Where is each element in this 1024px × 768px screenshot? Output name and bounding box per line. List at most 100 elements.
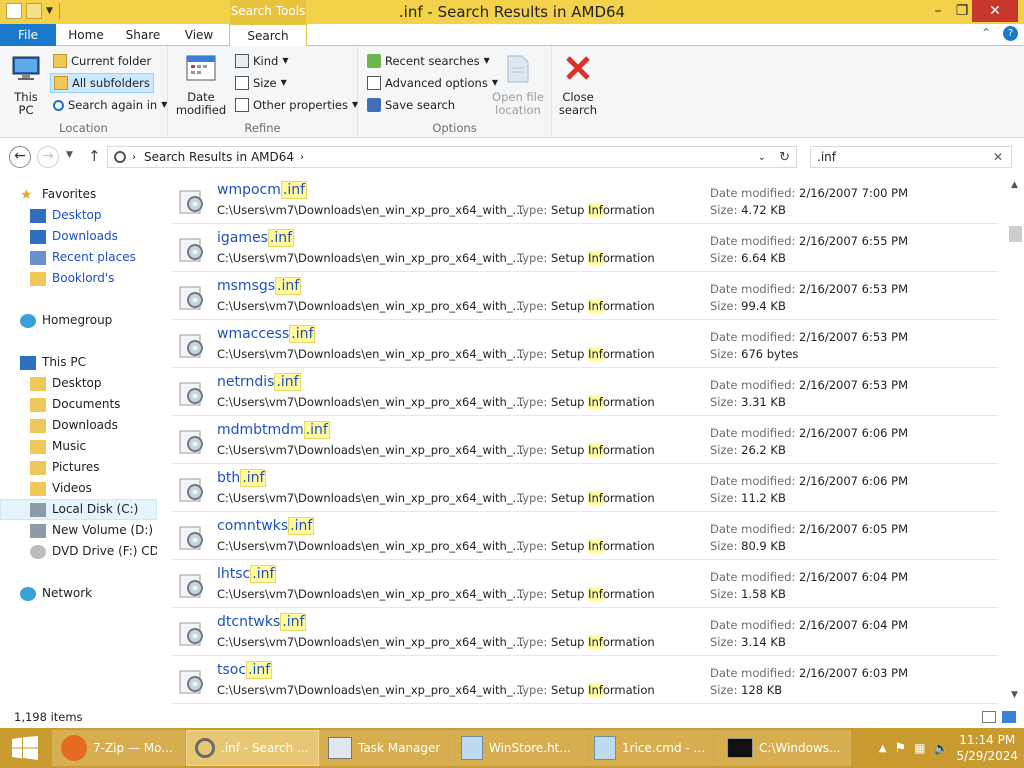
taskbar-task-manager[interactable]: Task Manager <box>319 730 452 766</box>
address-bar[interactable]: › Search Results in AMD64 › ⌄ ↻ <box>107 146 797 168</box>
nav-network[interactable]: Network <box>20 583 177 604</box>
nav-new-volume[interactable]: New Volume (D:) <box>30 520 187 541</box>
taskbar-explorer[interactable]: .inf - Search ... <box>186 730 319 766</box>
result-row[interactable]: igames .inf C:\Users\vm7\Downloads\en_win_… <box>172 224 998 272</box>
address-dropdown-icon[interactable]: ⌄ <box>758 152 766 163</box>
search-again-button[interactable]: Search again in ▼ <box>50 95 170 115</box>
size-label: Size: <box>710 587 738 601</box>
search-input[interactable]: .inf ✕ <box>810 146 1012 168</box>
nav-videos[interactable]: Videos <box>30 478 187 499</box>
back-button[interactable]: ← <box>9 146 31 168</box>
windows-start-icon[interactable] <box>12 736 38 760</box>
all-subfolders-button[interactable]: All subfolders <box>50 73 154 93</box>
folder-icon <box>30 376 46 391</box>
taskbar-winstore[interactable]: WinStore.ht... <box>452 730 585 766</box>
refresh-icon[interactable]: ↻ <box>779 150 790 165</box>
result-size: Size: 11.2 KB <box>710 491 786 505</box>
clock[interactable]: 11:14 PM 5/29/2024 <box>956 732 1018 764</box>
result-row[interactable]: dtcntwks .inf C:\Users\vm7\Downloads\en_wi… <box>172 608 998 656</box>
nav-this-pc[interactable]: This PC <box>20 352 177 373</box>
dvd-icon <box>30 544 46 559</box>
save-search-label: Save search <box>385 98 456 112</box>
details-view-icon[interactable] <box>982 711 996 723</box>
nav-local-disk[interactable]: Local Disk (C:) <box>0 499 157 520</box>
result-row[interactable]: tsoc .inf C:\Users\vm7\Downloads\en_win_xp… <box>172 656 998 704</box>
open-file-location-button[interactable]: Open file location <box>490 52 546 117</box>
help-icon[interactable]: ? <box>1003 26 1018 41</box>
advanced-options-button[interactable]: Advanced options ▼ <box>364 73 501 93</box>
result-name[interactable]: mdmbtmdm .inf <box>217 421 330 439</box>
other-properties-button[interactable]: Other properties ▼ <box>232 95 361 115</box>
breadcrumb-chevron-icon[interactable]: › <box>300 152 304 163</box>
close-search-label: Close search <box>558 90 598 117</box>
large-icons-view-icon[interactable] <box>1002 711 1016 723</box>
tab-search[interactable]: Search <box>229 24 307 47</box>
result-row[interactable]: mdmbtmdm .inf C:\Users\vm7\Downloads\en_wi… <box>172 416 998 464</box>
tab-view[interactable]: View <box>172 24 226 46</box>
result-row[interactable]: bth .inf C:\Users\vm7\Downloads\en_win_xp_… <box>172 464 998 512</box>
nav-homegroup-label: Homegroup <box>42 313 113 327</box>
size-button[interactable]: Size ▼ <box>232 73 290 93</box>
clear-search-icon[interactable]: ✕ <box>993 147 1003 167</box>
network-tray-icon[interactable]: ▦ <box>914 741 925 755</box>
nav-desktop[interactable]: Desktop <box>30 205 187 226</box>
nav-dvd-drive[interactable]: DVD Drive (F:) CD_R <box>30 541 157 562</box>
scroll-up-icon[interactable]: ▲ <box>1011 180 1018 190</box>
show-hidden-icons-icon[interactable]: ▲ <box>879 743 887 754</box>
nav-downloads[interactable]: Downloads <box>30 226 187 247</box>
result-row[interactable]: netrndis .inf C:\Users\vm7\Downloads\en_wi… <box>172 368 998 416</box>
result-row[interactable]: msmsgs .inf C:\Users\vm7\Downloads\en_win_… <box>172 272 998 320</box>
up-arrow-icon[interactable]: ↑ <box>88 147 101 165</box>
nav-recent-places[interactable]: Recent places <box>30 247 187 268</box>
result-row[interactable]: comntwks .inf C:\Users\vm7\Downloads\en_wi… <box>172 512 998 560</box>
nav-booklord[interactable]: Booklord's <box>30 268 187 289</box>
result-name[interactable]: dtcntwks .inf <box>217 613 307 631</box>
date-modified-value: 2/16/2007 6:53 PM <box>799 282 908 296</box>
kind-button[interactable]: Kind ▼ <box>232 51 291 71</box>
collapse-ribbon-icon[interactable]: ⌃ <box>981 26 991 41</box>
size-value: 26.2 KB <box>741 443 786 457</box>
nav-pc-desktop[interactable]: Desktop <box>30 373 187 394</box>
nav-documents[interactable]: Documents <box>30 394 187 415</box>
result-row[interactable]: lhtsc .inf C:\Users\vm7\Downloads\en_win_x… <box>172 560 998 608</box>
close-window-button[interactable]: ✕ <box>972 0 1018 22</box>
result-name[interactable]: tsoc .inf <box>217 661 273 679</box>
nav-pictures[interactable]: Pictures <box>30 457 187 478</box>
result-row[interactable]: wmaccess .inf C:\Users\vm7\Downloads\en_wi… <box>172 320 998 368</box>
breadcrumb-separator-icon[interactable]: › <box>132 152 136 163</box>
recent-searches-button[interactable]: Recent searches ▼ <box>364 51 493 71</box>
this-pc-button[interactable]: This PC <box>6 52 46 117</box>
forward-button[interactable]: → <box>37 146 59 168</box>
result-name[interactable]: comntwks .inf <box>217 517 315 535</box>
scroll-down-icon[interactable]: ▼ <box>1011 690 1018 700</box>
nav-favorites[interactable]: ★ Favorites <box>20 184 177 205</box>
tab-share[interactable]: Share <box>116 24 170 46</box>
result-name[interactable]: msmsgs .inf <box>217 277 302 295</box>
date-modified-button[interactable]: Date modified <box>172 52 230 117</box>
flag-icon[interactable]: ⚑ <box>895 741 907 756</box>
taskbar-cmd-file[interactable]: 1rice.cmd - ... <box>585 730 718 766</box>
result-row[interactable]: wmpocm .inf C:\Users\vm7\Downloads\en_win_… <box>172 176 998 224</box>
vertical-scrollbar[interactable]: ▲ ▼ <box>1006 176 1024 706</box>
volume-muted-icon[interactable]: 🔈 <box>934 741 949 755</box>
nav-pc-downloads[interactable]: Downloads <box>30 415 187 436</box>
nav-music[interactable]: Music <box>30 436 187 457</box>
result-name[interactable]: igames .inf <box>217 229 295 247</box>
result-name[interactable]: lhtsc .inf <box>217 565 277 583</box>
taskbar-7zip[interactable]: 7-Zip — Mo... <box>52 730 185 766</box>
tab-file[interactable]: File <box>0 24 56 46</box>
close-search-button[interactable]: Close search <box>556 52 600 117</box>
current-folder-button[interactable]: Current folder <box>50 51 154 71</box>
type-value-pre: Setup <box>550 635 589 649</box>
result-name[interactable]: wmpocm .inf <box>217 181 308 199</box>
result-name[interactable]: wmaccess .inf <box>217 325 316 343</box>
breadcrumb[interactable]: Search Results in AMD64 <box>144 150 294 164</box>
recent-locations-chevron-icon[interactable]: ▼ <box>66 150 73 160</box>
scrollbar-thumb[interactable] <box>1009 226 1022 242</box>
result-name[interactable]: netrndis .inf <box>217 373 301 391</box>
result-name[interactable]: bth .inf <box>217 469 267 487</box>
save-search-button[interactable]: Save search <box>364 95 458 115</box>
taskbar-command-prompt[interactable]: C:\Windows... <box>718 730 851 766</box>
tab-home[interactable]: Home <box>58 24 114 46</box>
nav-homegroup[interactable]: Homegroup <box>20 310 177 331</box>
